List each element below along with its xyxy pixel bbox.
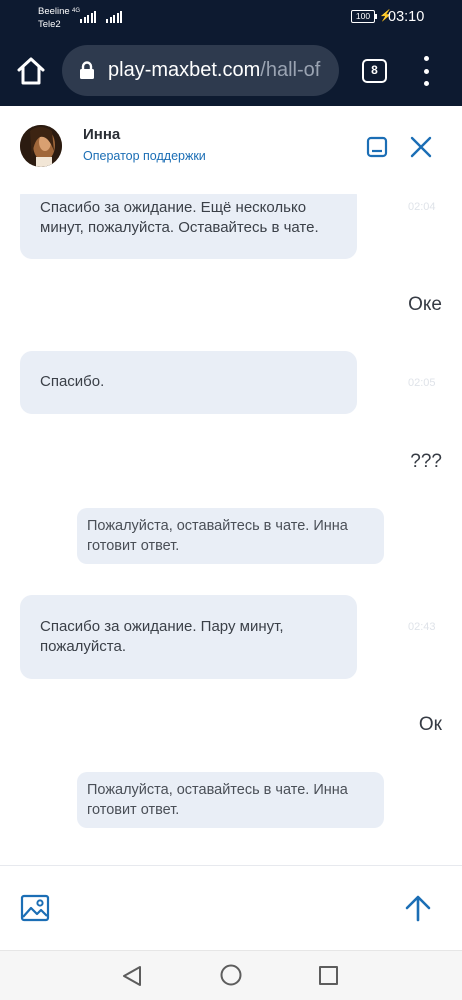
signal-icon (106, 10, 122, 23)
message-time: 02:43 (408, 621, 436, 633)
signal-icon (80, 10, 96, 23)
close-icon[interactable] (409, 135, 433, 159)
operator-message: Спасибо за ожидание. Ещё несколько минут… (20, 194, 357, 259)
send-arrow-icon[interactable] (404, 894, 432, 922)
home-icon[interactable] (14, 54, 48, 88)
composer (0, 866, 462, 950)
clock: 03:10 (388, 9, 425, 25)
message-text: Спасибо за ожидание. Пару минут, пожалуй… (40, 618, 284, 655)
agent-role: Оператор поддержки (83, 149, 206, 163)
message-text: Спасибо за ожидание. Ещё несколько минут… (40, 199, 319, 236)
avatar (20, 125, 62, 167)
tab-switcher-icon[interactable]: 8 (362, 59, 387, 83)
carrier-2: Tele2 (38, 19, 61, 30)
message-text: Спасибо. (40, 373, 105, 390)
message-time: 02:05 (408, 377, 436, 389)
system-message: Пожалуйста, оставайтесь в чате. Инна гот… (77, 772, 384, 828)
user-message: Ок (418, 714, 442, 735)
back-triangle-icon[interactable] (121, 965, 143, 987)
battery-icon: 100 (351, 10, 377, 23)
more-vert-icon[interactable] (422, 56, 430, 86)
message-text: Пожалуйста, оставайтесь в чате. Инна гот… (87, 518, 348, 554)
carrier-labels: Beeline Tele2 (38, 5, 70, 31)
address-bar[interactable]: play-maxbet.com/hall-of (62, 45, 339, 96)
agent-name: Инна (83, 126, 121, 143)
system-message: Пожалуйста, оставайтесь в чате. Инна гот… (77, 508, 384, 564)
operator-message: Спасибо. (20, 351, 357, 414)
message-text: Пожалуйста, оставайтесь в чате. Инна гот… (87, 782, 348, 818)
message-time: 02:04 (408, 201, 436, 213)
browser-toolbar: play-maxbet.com/hall-of 8 (0, 36, 462, 106)
image-attach-icon[interactable] (20, 893, 50, 923)
user-message: Оке (408, 294, 442, 315)
minimize-icon[interactable] (365, 135, 389, 159)
message-list[interactable]: Спасибо за ожидание. Ещё несколько минут… (0, 194, 462, 865)
status-bar: Beeline Tele2 4G 100 ⚡ 03:10 (0, 0, 462, 36)
operator-message: Спасибо за ожидание. Пару минут, пожалуй… (20, 595, 357, 679)
url-domain: play-maxbet.com (108, 59, 261, 81)
url-path: /hall-of (260, 59, 321, 81)
carrier-1: Beeline (38, 6, 70, 17)
network-type: 4G (72, 8, 81, 14)
user-message: ??? (410, 451, 442, 472)
system-nav-bar (0, 950, 462, 1000)
chat-header: Инна Оператор поддержки (0, 106, 462, 194)
recent-apps-icon[interactable] (319, 966, 338, 985)
url-text: play-maxbet.com/hall-of (108, 59, 320, 82)
home-circle-icon[interactable] (220, 964, 242, 986)
lock-icon (79, 61, 95, 85)
